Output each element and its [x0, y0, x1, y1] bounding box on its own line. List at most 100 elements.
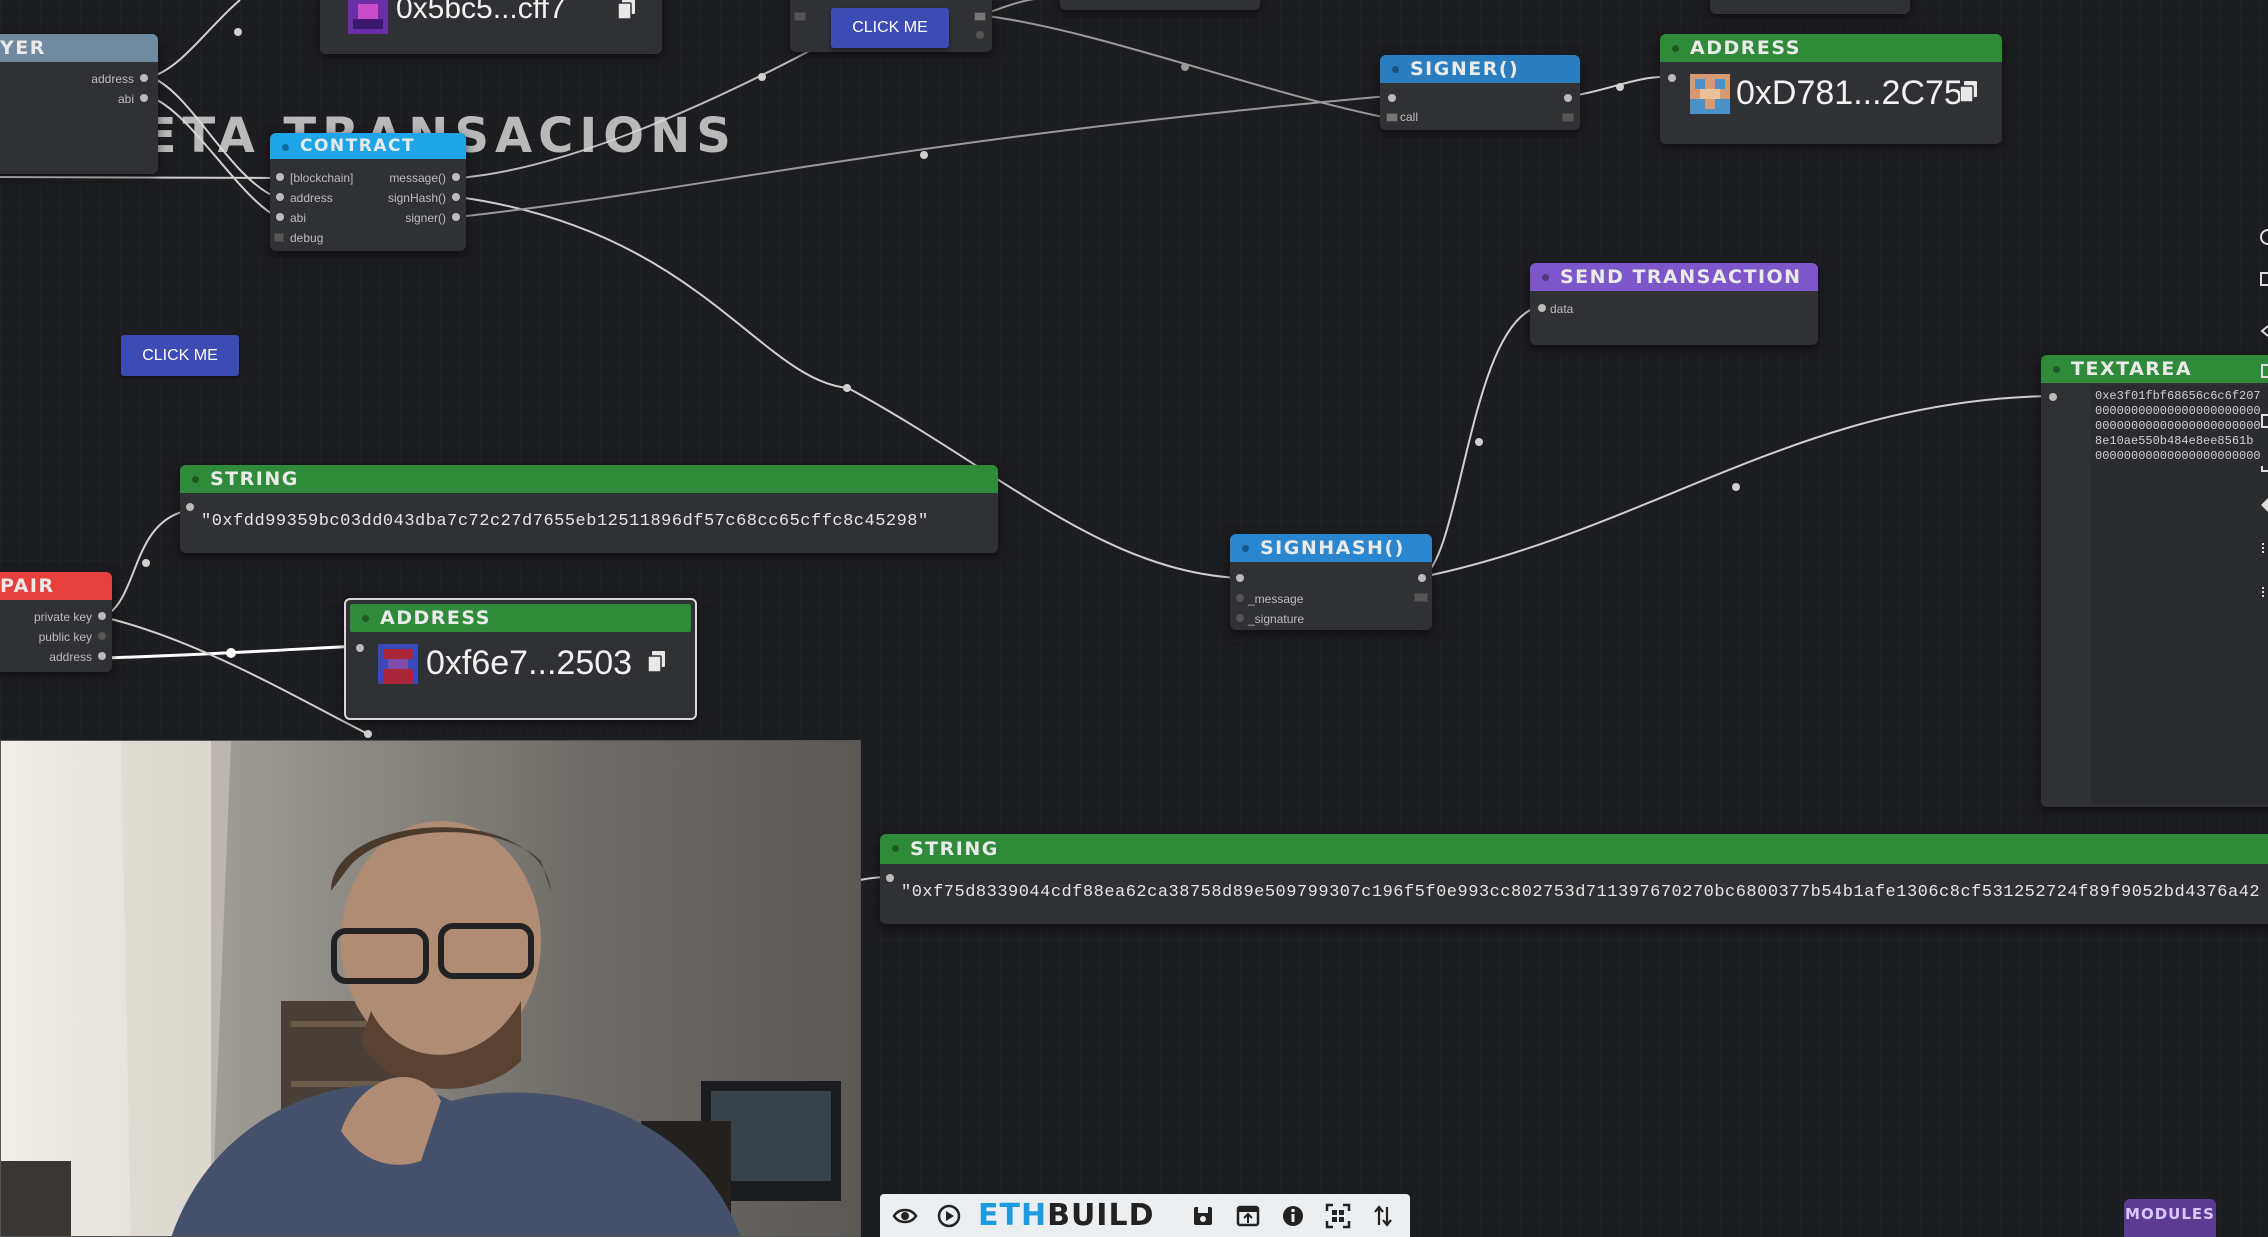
signer-input-pin[interactable]: [1388, 94, 1396, 102]
panel-icon[interactable]: [2258, 270, 2268, 288]
keypair-node[interactable]: PAIR private key public key address: [0, 572, 112, 672]
webcam-image: [1, 741, 860, 1236]
save-icon[interactable]: [1190, 1203, 1216, 1229]
layer-node-title: YER: [0, 34, 158, 62]
send-transaction-node[interactable]: SEND TRANSACTION data: [1530, 263, 1818, 345]
signhash-node[interactable]: SIGNHASH() _message _signature: [1230, 534, 1432, 630]
copy-icon[interactable]: [648, 651, 666, 673]
slot-toggle[interactable]: [794, 12, 806, 21]
call-label: call: [1400, 110, 1419, 124]
address-pin[interactable]: [98, 652, 106, 660]
send-transaction-title: SEND TRANSACTION: [1560, 266, 1802, 288]
swap-arrows-icon[interactable]: [1370, 1203, 1396, 1229]
call-toggle[interactable]: [1386, 113, 1398, 122]
signature-pin[interactable]: [1236, 614, 1244, 622]
call-output-toggle[interactable]: [1562, 113, 1574, 122]
message-pin[interactable]: [1236, 594, 1244, 602]
undo-icon[interactable]: [2258, 322, 2268, 340]
input-pin-blockchain[interactable]: [276, 173, 284, 181]
output-pin[interactable]: [976, 31, 984, 39]
click-me-button-left[interactable]: CLICK ME: [121, 335, 239, 376]
partial-node-top-right: [1710, 0, 1910, 14]
input-blockchain-label: [blockchain]: [290, 171, 354, 185]
signer-node[interactable]: SIGNER() call: [1380, 55, 1580, 130]
ethbuild-logo[interactable]: ETHBUILD: [978, 1200, 1155, 1232]
modules-tab[interactable]: MODULES: [2124, 1199, 2216, 1237]
blockie-icon: [1690, 74, 1730, 114]
debug-toggle[interactable]: [274, 233, 284, 242]
grid-icon[interactable]: [2258, 362, 2268, 380]
doc-icon[interactable]: [2258, 412, 2268, 430]
slot-address-label: address: [91, 72, 134, 86]
address-bottom-input-pin[interactable]: [356, 644, 364, 652]
textarea-input-pin[interactable]: [2049, 393, 2057, 401]
input-abi-label: abi: [290, 211, 307, 225]
private-key-label: private key: [33, 610, 92, 624]
textarea-field[interactable]: 0xe3f01fbf68656c6c6f207 0000000000000000…: [2091, 385, 2268, 805]
signature-label: _signature: [1248, 612, 1305, 626]
play-icon[interactable]: [936, 1203, 962, 1229]
signer-output-pin[interactable]: [1564, 94, 1572, 102]
string-2-input-pin[interactable]: [886, 874, 894, 882]
export-icon[interactable]: [2258, 456, 2268, 474]
partial-address-node[interactable]: 0x5bc5...cff7: [320, 0, 662, 54]
address-input-pin[interactable]: [1668, 74, 1676, 82]
menu-icon[interactable]: [2258, 584, 2268, 602]
diamond-icon[interactable]: [2258, 496, 2268, 514]
string-1-value[interactable]: "0xfdd99359bc03dd043dba7c72c27d7655eb125…: [201, 512, 929, 531]
input-pin-abi[interactable]: [276, 213, 284, 221]
logo-build: BUILD: [1047, 1198, 1155, 1233]
output-signer-label: signer(): [405, 211, 446, 225]
textarea-line: 8e10ae550b484e8ee8561b: [2095, 434, 2254, 448]
string-node-1-title: STRING: [210, 468, 299, 490]
textarea-line: 00000000000000000000000: [2095, 419, 2261, 433]
input-address-label: address: [290, 191, 333, 205]
output-pin-signer[interactable]: [452, 213, 460, 221]
contract-node[interactable]: CONTRACT [blockchain] address abi debug …: [270, 133, 466, 251]
output-pin-message[interactable]: [452, 173, 460, 181]
info-icon[interactable]: [1280, 1203, 1306, 1229]
public-key-label: public key: [38, 630, 92, 644]
string-node-2-title: STRING: [910, 838, 999, 860]
string-2-value[interactable]: "0xf75d8339044cdf88ea62ca38758d89e509799…: [901, 883, 2260, 902]
string-node-1[interactable]: STRING "0xfdd99359bc03dd043dba7c72c27d76…: [180, 465, 998, 553]
address-top-text: 0xD781...2C75: [1736, 74, 1963, 112]
click-me-button-top[interactable]: CLICK ME: [831, 8, 949, 48]
public-key-pin[interactable]: [98, 632, 106, 640]
webcam-video: [0, 740, 861, 1237]
string-1-input-pin[interactable]: [186, 503, 194, 511]
string-node-2[interactable]: STRING "0xf75d8339044cdf88ea62ca38758d89…: [880, 834, 2268, 924]
address-bottom-title: ADDRESS: [380, 607, 491, 629]
textarea-line: 00000000000000000000000: [2095, 404, 2261, 418]
info-icon[interactable]: [2258, 228, 2268, 246]
address-node-title: ADDRESS: [1690, 37, 1801, 59]
textarea-title: TEXTAREA: [2071, 358, 2193, 380]
textarea-line: 0xe3f01fbf68656c6c6f207: [2095, 389, 2261, 403]
layer-node[interactable]: YER address abi: [0, 34, 158, 174]
copy-icon[interactable]: [1960, 81, 1978, 103]
address-node-bottom[interactable]: ADDRESS 0xf6e7...2503: [344, 598, 697, 720]
signhash-toggle[interactable]: [1414, 593, 1428, 602]
eye-icon[interactable]: [892, 1203, 918, 1229]
signhash-input-pin[interactable]: [1236, 574, 1244, 582]
private-key-pin[interactable]: [98, 612, 106, 620]
bottom-toolbar: ETHBUILD: [880, 1194, 1410, 1237]
slot-abi-label: abi: [117, 92, 134, 106]
address-bottom-text: 0xf6e7...2503: [426, 644, 633, 682]
slot-address-pin[interactable]: [140, 74, 148, 82]
open-window-icon[interactable]: [1235, 1203, 1261, 1229]
qr-scan-icon[interactable]: [1325, 1203, 1351, 1229]
slot-abi-pin[interactable]: [140, 94, 148, 102]
output-pin-signhash[interactable]: [452, 193, 460, 201]
message-label: _message: [1248, 592, 1304, 606]
signhash-output-pin[interactable]: [1418, 574, 1426, 582]
output-toggle[interactable]: [974, 12, 986, 21]
list-icon[interactable]: [2258, 540, 2268, 558]
keypair-title: PAIR: [0, 572, 112, 600]
input-debug-label: debug: [290, 231, 324, 245]
address-node-top[interactable]: ADDRESS 0xD781...2C75: [1660, 34, 2002, 144]
copy-icon[interactable]: [618, 0, 636, 20]
data-input-pin[interactable]: [1538, 304, 1546, 312]
input-pin-address[interactable]: [276, 193, 284, 201]
textarea-node[interactable]: TEXTAREA 0xe3f01fbf68656c6c6f207 0000000…: [2041, 355, 2268, 807]
